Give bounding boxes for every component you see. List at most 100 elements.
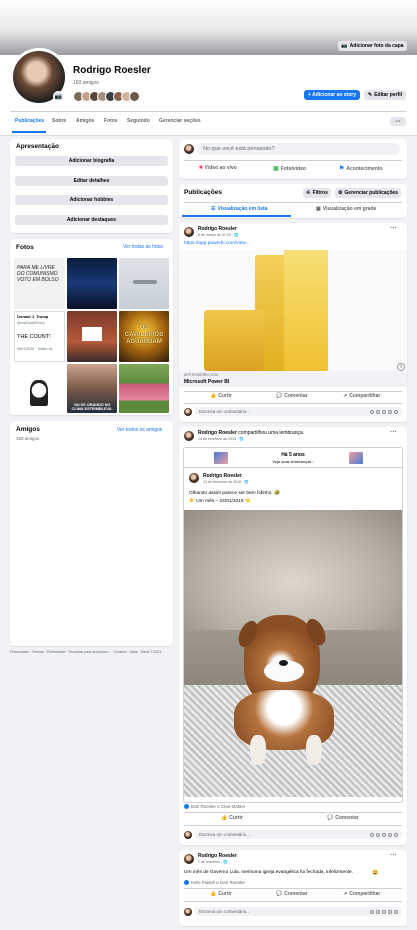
- post-author-avatar[interactable]: [184, 431, 194, 441]
- tab-posts[interactable]: Publicações: [15, 118, 44, 124]
- like-reaction-icon: [184, 804, 189, 809]
- photo-video-button[interactable]: ▣ Foto/vídeo: [273, 165, 306, 173]
- post-card: Rodrigo Roesler compartilhou uma lembran…: [179, 427, 407, 845]
- header-divider: [10, 111, 407, 112]
- manage-posts-button[interactable]: ⚙ Gerenciar publicações: [335, 188, 401, 198]
- puppy-photo[interactable]: [184, 510, 402, 797]
- post-emoji: 😄: [372, 870, 379, 876]
- comment-icon: 💬: [276, 891, 283, 897]
- grid-icon: ▦: [316, 206, 321, 212]
- pencil-icon: ✎: [368, 92, 373, 98]
- friend-avatar[interactable]: [129, 91, 140, 102]
- photo-thumb[interactable]: [67, 258, 117, 309]
- comment-button[interactable]: 💬 Comentar: [276, 393, 308, 399]
- live-video-button[interactable]: ■ Vídeo ao vivo: [199, 165, 237, 171]
- more-options-button[interactable]: ···: [390, 117, 406, 126]
- comment-icon: 💬: [327, 815, 334, 821]
- footer-links[interactable]: Privacidade · Termos · Publicidade · Esc…: [10, 650, 173, 655]
- memory-banner: Há 5 anos Veja suas lembranças ›: [184, 448, 402, 468]
- composer-card: No que você está pensando? ■ Vídeo ao vi…: [179, 139, 407, 179]
- life-event-button[interactable]: ⚑ Acontecimento: [339, 165, 383, 173]
- comment-button[interactable]: 💬 Comentar: [276, 891, 308, 897]
- edit-details-button[interactable]: Editar detalhes: [15, 176, 168, 186]
- composer-input[interactable]: No que você está pensando?: [197, 143, 400, 155]
- photos-title: Fotos: [16, 244, 34, 251]
- photo-thumb[interactable]: Donald J. Trump @realDonaldTrump THE COU…: [14, 311, 65, 362]
- post-options-icon[interactable]: ···: [390, 852, 397, 859]
- tab-following[interactable]: Seguindo: [127, 118, 150, 124]
- add-cover-photo-button[interactable]: 📷 Adicionar foto da capa: [338, 41, 407, 51]
- photo-thumb[interactable]: OS CAVALEIROS AGUARDAM: [119, 311, 169, 362]
- camera-icon[interactable]: 📷: [53, 91, 64, 102]
- inner-post-avatar[interactable]: [189, 473, 199, 483]
- grid-view-tab[interactable]: ▦ Visualização em grade: [316, 206, 376, 212]
- photo-thumb[interactable]: [14, 364, 65, 413]
- comment-input[interactable]: Escreva um comentário...: [195, 407, 402, 416]
- tab-photos[interactable]: Fotos: [104, 118, 118, 124]
- comment-tools-icons[interactable]: [370, 909, 398, 914]
- add-hobbies-button[interactable]: Adicionar hobbies: [15, 195, 168, 205]
- filters-button[interactable]: ⚟ Filtros: [303, 188, 331, 198]
- post-options-icon[interactable]: ···: [390, 225, 397, 232]
- tab-friends[interactable]: Amigos: [76, 118, 94, 124]
- commenter-avatar[interactable]: [184, 831, 192, 839]
- list-view-tab[interactable]: ☰ Visualização em lista: [211, 206, 267, 212]
- post-options-icon[interactable]: ···: [390, 429, 397, 436]
- comment-tools-icons[interactable]: [370, 409, 398, 414]
- add-bio-button[interactable]: Adicionar biografia: [15, 156, 168, 166]
- add-featured-button[interactable]: Adicionar destaques: [15, 215, 168, 225]
- photo-thumb[interactable]: [67, 311, 117, 362]
- friends-title: Amigos: [16, 426, 40, 433]
- post-timestamp[interactable]: 7 de fevereiro · 🌐: [198, 860, 228, 864]
- post-author-avatar[interactable]: [184, 854, 194, 864]
- like-button[interactable]: 👍 Curtir: [221, 815, 243, 821]
- like-button[interactable]: 👍 Curtir: [210, 891, 232, 897]
- share-button[interactable]: ↗ Compartilhar: [343, 393, 380, 399]
- reactions-summary[interactable]: Ivelo Faistel e Dari Roesler: [184, 880, 245, 885]
- posts-title: Publicações: [184, 189, 222, 196]
- like-button[interactable]: 👍 Curtir: [210, 393, 232, 399]
- add-story-button[interactable]: + Adicionar ao story: [304, 90, 360, 100]
- photo-thumb[interactable]: [119, 364, 169, 413]
- comment-input[interactable]: Escreva um comentário...: [195, 830, 402, 839]
- post-card: Rodrigo Roesler 7 de fevereiro · 🌐 ··· U…: [179, 850, 407, 926]
- comment-button[interactable]: 💬 Comentar: [327, 815, 359, 821]
- photo-thumb[interactable]: PARA ME LIVRE DO COMUNISMO VOTO EM BOLSO: [14, 258, 65, 309]
- share-icon: ↗: [343, 891, 348, 897]
- post-timestamp[interactable]: 14 de fevereiro de 2018 · 🌐: [198, 437, 244, 441]
- memory-link[interactable]: Veja suas lembranças ›: [184, 459, 402, 464]
- friends-count[interactable]: 160 amigos: [73, 80, 99, 86]
- comment-icon: 💬: [276, 393, 283, 399]
- friends-card-count: 160 amigos: [16, 436, 40, 441]
- tab-manage-sections[interactable]: Gerenciar seções: [159, 118, 201, 124]
- comment-tools-icons[interactable]: [370, 832, 398, 837]
- photo-thumb[interactable]: VAI SE ORANDO NO CLIMA ESTRIMBLEVIL: [67, 364, 117, 413]
- thumbs-up-icon: 👍: [221, 815, 228, 821]
- tab-about[interactable]: Sobre: [52, 118, 66, 124]
- inner-post-timestamp[interactable]: 24 de fevereiro de 2018 · 🌐: [203, 480, 249, 484]
- post-author[interactable]: Rodrigo Roesler: [198, 430, 237, 436]
- see-all-photos-link[interactable]: Ver todas as fotos: [123, 244, 163, 250]
- photo-thumb[interactable]: [119, 258, 169, 309]
- edit-profile-button[interactable]: ✎ Editar perfil: [364, 90, 406, 100]
- composer-avatar[interactable]: [184, 144, 194, 154]
- link-preview-image[interactable]: i: [179, 250, 407, 371]
- post-author[interactable]: Rodrigo Roesler: [198, 226, 237, 232]
- commenter-avatar[interactable]: [184, 908, 192, 916]
- comment-input[interactable]: Escreva um comentário...: [195, 907, 402, 916]
- intro-title: Apresentação: [16, 143, 59, 150]
- post-link-text[interactable]: https://app.powerbi.com/view...: [184, 241, 250, 246]
- share-button[interactable]: ↗ Compartilhar: [343, 891, 380, 897]
- post-author[interactable]: Rodrigo Roesler: [198, 853, 237, 859]
- sliders-icon: ⚟: [306, 190, 311, 196]
- see-all-friends-link[interactable]: Ver todos os amigos: [117, 427, 162, 433]
- thumbs-up-icon: 👍: [210, 393, 217, 399]
- inner-post-author[interactable]: Rodrigo Roesler: [203, 473, 242, 479]
- link-preview-meta[interactable]: APP.POWERBI.COM Microsoft Power BI: [179, 371, 407, 387]
- reactions-summary[interactable]: Dari Roesler e Clair Mahler: [184, 804, 245, 809]
- memory-title: Há 5 anos: [281, 452, 305, 458]
- info-icon[interactable]: i: [397, 363, 405, 371]
- post-timestamp[interactable]: 6 de março às 07:03 · 🌐: [198, 233, 238, 237]
- commenter-avatar[interactable]: [184, 408, 192, 416]
- post-author-avatar[interactable]: [184, 227, 194, 237]
